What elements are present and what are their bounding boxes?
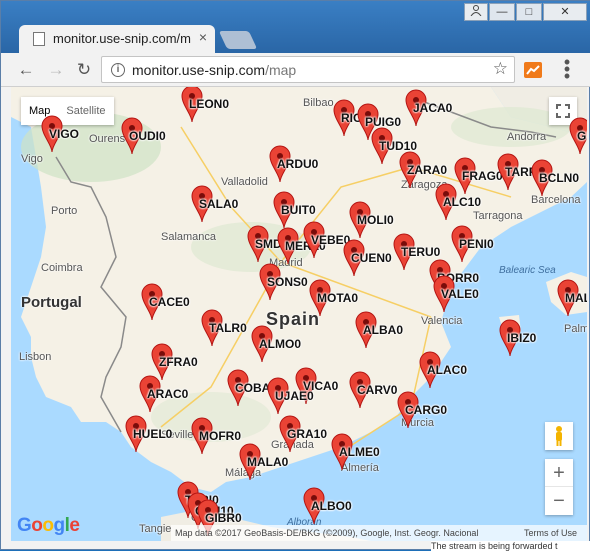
marker-label: ARAC0	[147, 387, 189, 401]
place-label: Coimbra	[41, 262, 83, 274]
marker-label: UJAE0	[275, 389, 314, 403]
place-label: Portugal	[21, 294, 82, 311]
marker-label: IBIZ0	[507, 331, 537, 345]
place-label: Valencia	[421, 315, 463, 327]
forward-arrow-icon[interactable]: →	[45, 59, 67, 81]
marker-label: CARV0	[357, 383, 398, 397]
zoom-control: + −	[545, 459, 573, 515]
tab-title: monitor.use-snip.com/m	[53, 31, 191, 46]
tab-active[interactable]: monitor.use-snip.com/m ×	[19, 25, 215, 53]
marker-label: CARG0	[405, 403, 448, 417]
marker-label: PENI0	[459, 237, 494, 251]
browser-toolbar: ← → ↻ i monitor.use-snip.com/map ☆ • • •	[1, 53, 590, 87]
marker-label: SONS0	[267, 275, 308, 289]
bookmark-star-icon[interactable]: ☆	[493, 59, 508, 79]
tab-close-icon[interactable]: ×	[199, 29, 207, 45]
place-label: Vigo	[21, 153, 43, 165]
map-canvas[interactable]: Map Satellite Portugal Spain Balearic Sea A…	[11, 87, 587, 541]
marker-label: ALC10	[443, 195, 482, 209]
page-icon	[33, 32, 45, 46]
place-label: Valladolid	[221, 176, 268, 188]
marker-label: ALMO0	[259, 337, 301, 351]
marker-label: ALME0	[339, 445, 380, 459]
menu-icon[interactable]: • • •	[561, 53, 573, 85]
maximize-button[interactable]: □	[516, 3, 542, 21]
info-icon[interactable]: i	[111, 63, 125, 77]
place-label: Lisbon	[19, 351, 52, 363]
marker-label: ALBO0	[311, 499, 352, 513]
place-label: Tangie	[139, 523, 172, 535]
marker-label: VALE0	[441, 287, 479, 301]
marker-label: HUEL0	[133, 427, 173, 441]
marker-label: OUDI0	[129, 129, 166, 143]
place-label: Bilbao	[303, 97, 334, 109]
marker-label: BUIT0	[281, 203, 316, 217]
marker-label: ALBA0	[363, 323, 404, 337]
zoom-out-button[interactable]: −	[545, 487, 573, 515]
reload-icon[interactable]: ↻	[73, 59, 95, 81]
marker-label: CACE0	[149, 295, 190, 309]
place-label: Balearic Sea	[499, 265, 556, 276]
place-label: Palma	[564, 323, 587, 335]
terms-link[interactable]: Terms of Use	[524, 525, 577, 541]
map-attribution: Map data ©2017 GeoBasis-DE/BKG (©2009), …	[171, 525, 587, 541]
marker-label: ALAC0	[427, 363, 468, 377]
marker-label: MOLI0	[357, 213, 394, 227]
place-label: Andorra	[507, 131, 547, 143]
marker-label: SALA0	[199, 197, 239, 211]
marker-label: VIGO	[49, 127, 80, 141]
marker-label: ZFRA0	[159, 355, 198, 369]
back-arrow-icon[interactable]: ←	[15, 59, 37, 81]
zoom-in-button[interactable]: +	[545, 459, 573, 487]
marker-label: MALA0	[247, 455, 289, 469]
new-tab-button[interactable]	[218, 31, 258, 49]
marker-label: MALL	[565, 291, 587, 305]
marker-label: JACA0	[413, 101, 453, 115]
marker-label: ZARA0	[407, 163, 448, 177]
map-type-control: Map Satellite	[21, 97, 114, 125]
marker-label: LEON0	[189, 97, 230, 111]
browser-window: monitor.use-snip.com/m × — □ ✕ ← → ↻ i m…	[0, 0, 590, 551]
marker-label: BCLN0	[539, 171, 580, 185]
url-text[interactable]: monitor.use-snip.com/map	[132, 62, 296, 78]
attribution-text: Map data ©2017 GeoBasis-DE/BKG (©2009), …	[175, 528, 479, 538]
marker-label: ARDU0	[277, 157, 319, 171]
marker-label: GIR	[577, 129, 587, 143]
marker-label: GIBR0	[205, 511, 242, 525]
street-view-pegman-icon[interactable]	[545, 422, 573, 450]
marker-label: CUEN0	[351, 251, 392, 265]
marker-label: MOTA0	[317, 291, 359, 305]
marker-label: MOFR0	[199, 429, 241, 443]
profile-icon[interactable]	[464, 3, 488, 21]
minimize-button[interactable]: —	[489, 3, 515, 21]
marker-label: TERU0	[401, 245, 441, 259]
map-type-satellite-button[interactable]: Satellite	[58, 97, 113, 125]
place-label: Tarragona	[473, 210, 523, 222]
close-window-button[interactable]: ✕	[543, 3, 587, 21]
place-label: Porto	[51, 205, 78, 217]
marker-label: TALR0	[209, 321, 247, 335]
extension-chart-icon[interactable]	[524, 62, 542, 78]
google-logo: Google	[17, 515, 80, 536]
address-bar[interactable]: i monitor.use-snip.com/map ☆	[101, 56, 515, 83]
window-controls: — □ ✕	[464, 3, 587, 21]
place-label: Salamanca	[161, 231, 217, 243]
tab-strip: monitor.use-snip.com/m × — □ ✕	[1, 1, 590, 53]
marker-label: GRA10	[287, 427, 328, 441]
